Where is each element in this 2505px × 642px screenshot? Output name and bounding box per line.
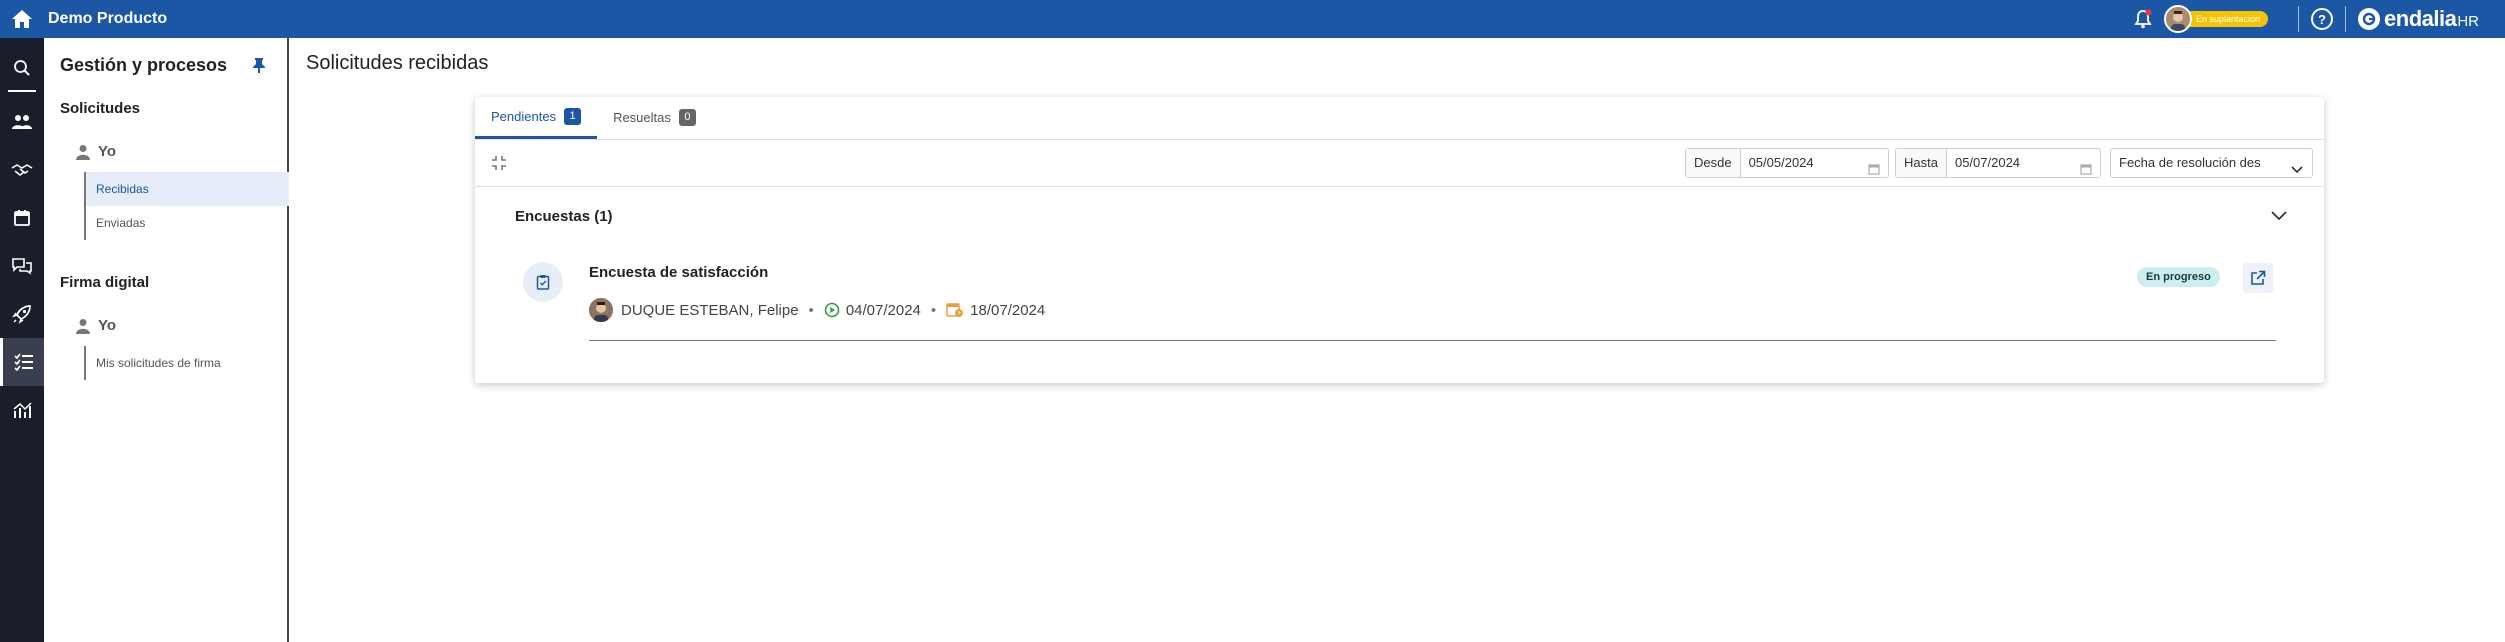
icon-rail — [0, 38, 44, 642]
request-title[interactable]: Encuesta de satisfacción — [589, 264, 768, 281]
brand-name: endalia — [2384, 6, 2457, 31]
section-title-solicitudes: Solicitudes — [60, 100, 141, 117]
home-icon[interactable] — [0, 0, 44, 38]
rocket-icon[interactable] — [0, 290, 44, 338]
impersonation-badge: En suplantación — [2181, 11, 2269, 27]
chevron-down-icon — [2286, 157, 2304, 177]
bell-icon[interactable] — [2128, 0, 2158, 38]
side-panel-title: Gestión y procesos — [60, 55, 228, 75]
solicitudes-tree: Recibidas Enviadas — [84, 172, 289, 240]
from-date-input[interactable]: 05/05/2024 — [1741, 149, 1888, 177]
status-badge: En progreso — [2137, 267, 2220, 287]
tab-label: Pendientes — [491, 108, 557, 124]
sort-select[interactable]: Fecha de resolución des — [2110, 148, 2313, 178]
filter-bar: Desde 05/05/2024 Hasta 05/07/2024 Fecha … — [475, 140, 2324, 187]
pin-icon[interactable] — [252, 57, 266, 78]
chevron-down-icon[interactable] — [2270, 209, 2288, 227]
people-icon[interactable] — [0, 98, 44, 146]
to-date-value: 05/07/2024 — [1954, 155, 2021, 170]
logo-mark-icon — [2358, 8, 2381, 30]
rail-divider — [8, 90, 36, 92]
chat-icon[interactable] — [0, 242, 44, 290]
to-date-label: Hasta — [1896, 149, 1947, 177]
header-divider — [2345, 6, 2347, 32]
item-divider — [589, 340, 2276, 341]
top-bar: Demo Producto En suplantación ? endalia … — [0, 0, 2505, 38]
tab-resueltas[interactable]: Resueltas 0 — [597, 96, 712, 139]
play-circle-icon — [824, 302, 840, 318]
header-divider — [2298, 6, 2300, 32]
clipboard-icon — [523, 262, 563, 302]
sidebar-user-group[interactable]: Yo — [76, 143, 116, 160]
group-title: Encuestas (1) — [515, 208, 613, 225]
request-due-date: 18/07/2024 — [970, 301, 1046, 319]
sidebar-item-enviadas[interactable]: Enviadas — [86, 206, 289, 240]
sidebar-user-group[interactable]: Yo — [76, 317, 116, 334]
calendar-icon[interactable] — [0, 194, 44, 242]
separator-dot: • — [808, 301, 814, 319]
avatar — [2163, 5, 2192, 33]
collapse-icon[interactable] — [491, 155, 507, 176]
tab-count-badge: 0 — [678, 109, 696, 126]
tab-count-badge: 1 — [564, 107, 582, 125]
calendar-icon[interactable] — [1868, 157, 1880, 185]
side-panel: Gestión y procesos Solicitudes Yo Recibi… — [44, 38, 289, 642]
tab-bar: Pendientes 1 Resueltas 0 — [475, 97, 2324, 140]
person-icon — [76, 144, 90, 160]
separator-dot: • — [930, 301, 937, 319]
page-title: Solicitudes recibidas — [306, 52, 489, 74]
from-date-filter: Desde 05/05/2024 — [1685, 148, 1889, 178]
request-start-date: 04/07/2024 — [845, 301, 921, 319]
handshake-icon[interactable] — [0, 146, 44, 194]
sidebar-user-label: Yo — [98, 317, 117, 334]
request-user: DUQUE ESTEBAN, Felipe — [621, 301, 799, 319]
avatar — [589, 298, 613, 322]
user-menu[interactable]: En suplantación — [2163, 5, 2269, 33]
sort-value: Fecha de resolución des — [2119, 155, 2261, 170]
checklist-icon[interactable] — [0, 338, 44, 386]
brand-logo: endalia HR — [2358, 6, 2479, 32]
requests-card: Pendientes 1 Resueltas 0 Desde 05/05/202… — [475, 97, 2324, 383]
tab-pendientes[interactable]: Pendientes 1 — [475, 96, 598, 139]
to-date-input[interactable]: 05/07/2024 — [1947, 149, 2100, 177]
help-icon[interactable]: ? — [2311, 8, 2334, 30]
from-date-value: 05/05/2024 — [1748, 155, 1814, 170]
app-title: Demo Producto — [48, 10, 168, 27]
calendar-icon[interactable] — [2080, 157, 2092, 185]
brand-suffix: HR — [2457, 12, 2479, 30]
sidebar-item-recibidas[interactable]: Recibidas — [86, 172, 289, 206]
sidebar-user-label: Yo — [98, 143, 117, 160]
request-meta: DUQUE ESTEBAN, Felipe • 04/07/2024 • 18/… — [589, 298, 1045, 322]
section-title-firma-digital: Firma digital — [60, 274, 150, 291]
person-icon — [76, 318, 90, 334]
from-date-label: Desde — [1686, 149, 1741, 177]
firma-tree: Mis solicitudes de firma — [84, 346, 289, 380]
open-external-button[interactable] — [2243, 263, 2273, 293]
to-date-filter: Hasta 05/07/2024 — [1895, 148, 2101, 178]
sidebar-item-mis-solicitudes-de-firma[interactable]: Mis solicitudes de firma — [86, 346, 289, 380]
calendar-clock-icon — [946, 302, 964, 318]
analytics-icon[interactable] — [0, 386, 44, 434]
external-link-icon — [2251, 270, 2266, 285]
tab-label: Resueltas — [613, 110, 671, 125]
search-icon[interactable] — [0, 44, 44, 92]
